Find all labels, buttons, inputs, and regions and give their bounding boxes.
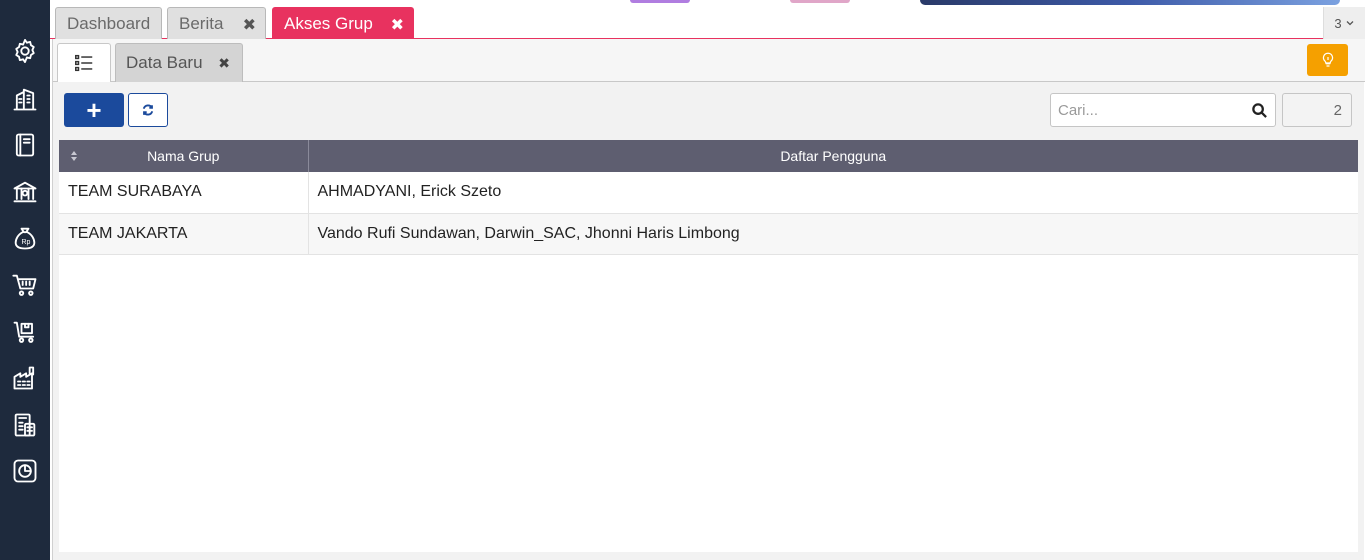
building-icon[interactable] — [9, 83, 41, 115]
chevron-down-icon — [1346, 21, 1354, 26]
tab-berita[interactable]: Berita ✖ — [167, 7, 266, 39]
main-panel: Data Baru ✖ + 2 — [52, 39, 1365, 560]
lightbulb-icon — [1322, 52, 1333, 67]
factory-icon[interactable] — [9, 362, 41, 394]
tab-label: Dashboard — [67, 13, 151, 33]
search-input[interactable] — [1051, 94, 1241, 126]
close-icon[interactable]: ✖ — [243, 15, 256, 35]
sort-icon[interactable] — [70, 150, 78, 162]
list-view-tab[interactable] — [57, 43, 111, 82]
column-header-daftar-pengguna[interactable]: Daftar Pengguna — [308, 140, 1358, 172]
plus-icon: + — [86, 95, 102, 125]
tax-calculator-icon[interactable] — [9, 409, 41, 441]
svg-text:Rp: Rp — [22, 239, 31, 246]
book-icon[interactable] — [9, 129, 41, 161]
gear-icon[interactable] — [9, 35, 41, 67]
tab-akses-grup[interactable]: Akses Grup ✖ — [272, 7, 414, 39]
subtab-bar: Data Baru ✖ — [53, 39, 1365, 82]
record-count: 2 — [1282, 93, 1352, 127]
tab-dashboard[interactable]: Dashboard — [55, 7, 162, 39]
bank-icon[interactable] — [9, 176, 41, 208]
tab-overflow-dropdown[interactable]: 3 — [1323, 7, 1365, 39]
column-header-nama-grup[interactable]: Nama Grup — [59, 140, 309, 172]
money-bag-icon[interactable]: Rp — [9, 222, 41, 254]
list-icon — [75, 54, 93, 72]
column-label: Nama Grup — [147, 148, 220, 164]
cell-nama-grup: TEAM JAKARTA — [59, 213, 309, 255]
tab-bar: Dashboard Berita ✖ Akses Grup ✖ 3 — [50, 5, 1365, 39]
add-button[interactable]: + — [64, 93, 124, 127]
tab-data-baru[interactable]: Data Baru ✖ — [115, 43, 243, 82]
sidebar: Rp — [0, 0, 50, 560]
data-table: Nama Grup Daftar Pengguna TEAM SURABAYA … — [59, 140, 1358, 552]
cart-box-icon[interactable] — [9, 316, 41, 348]
close-icon[interactable]: ✖ — [391, 15, 404, 35]
table-row[interactable]: TEAM JAKARTA Vando Rufi Sundawan, Darwin… — [59, 213, 1358, 255]
cell-nama-grup: TEAM SURABAYA — [59, 172, 309, 214]
tab-label: Data Baru — [126, 53, 203, 72]
close-icon[interactable]: ✖ — [218, 55, 230, 72]
tips-button[interactable] — [1307, 44, 1348, 76]
search-box — [1050, 93, 1276, 127]
tab-count: 3 — [1334, 15, 1342, 31]
table-row[interactable]: TEAM SURABAYA AHMADYANI, Erick Szeto — [59, 172, 1358, 214]
tab-label: Berita — [179, 13, 224, 33]
report-chart-icon[interactable] — [9, 455, 41, 487]
cell-daftar-pengguna: Vando Rufi Sundawan, Darwin_SAC, Jhonni … — [308, 213, 1358, 255]
search-icon[interactable] — [1251, 102, 1268, 119]
cart-icon[interactable] — [9, 269, 41, 301]
refresh-button[interactable] — [128, 93, 168, 127]
cell-daftar-pengguna: AHMADYANI, Erick Szeto — [308, 172, 1358, 214]
tab-label: Akses Grup — [284, 13, 373, 33]
refresh-icon — [142, 104, 154, 116]
column-label: Daftar Pengguna — [780, 148, 887, 164]
